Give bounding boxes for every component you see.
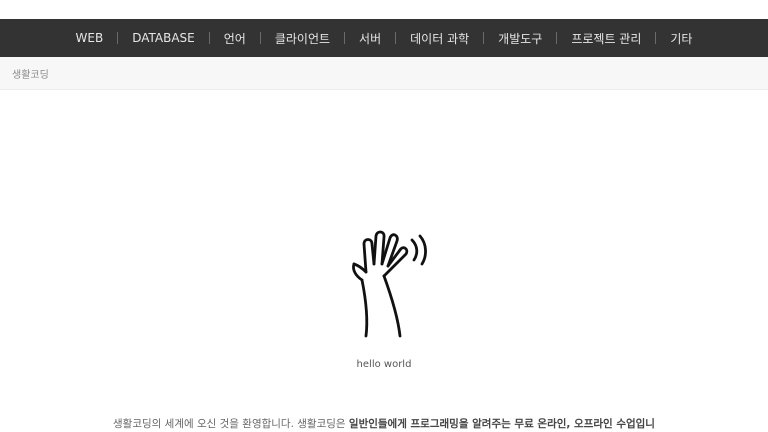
- nav-item-server[interactable]: 서버: [359, 30, 381, 47]
- nav-separator: [117, 32, 119, 44]
- nav-separator: [208, 32, 210, 44]
- nav-separator: [655, 32, 657, 44]
- hero-caption: hello world: [356, 359, 412, 370]
- breadcrumb-bar: 생활코딩: [0, 57, 768, 90]
- nav-item-database[interactable]: DATABASE: [132, 31, 195, 45]
- welcome-text-plain: 생활코딩의 세계에 오신 것을 환영합니다. 생활코딩은: [113, 418, 349, 430]
- nav-item-web[interactable]: WEB: [76, 31, 104, 45]
- nav-item-client[interactable]: 클라이언트: [275, 30, 330, 47]
- nav-separator: [259, 32, 261, 44]
- nav-item-dev-tools[interactable]: 개발도구: [498, 30, 542, 47]
- nav-item-etc[interactable]: 기타: [670, 30, 692, 47]
- nav-separator: [395, 32, 397, 44]
- welcome-text: 생활코딩의 세계에 오신 것을 환영합니다. 생활코딩은 일반인들에게 프로그래…: [0, 416, 768, 431]
- nav-item-project-management[interactable]: 프로젝트 관리: [571, 30, 641, 47]
- top-strip: [0, 0, 768, 19]
- nav-item-data-science[interactable]: 데이터 과학: [410, 30, 469, 47]
- nav-separator: [556, 32, 558, 44]
- waving-hand-icon: [352, 230, 427, 338]
- breadcrumb[interactable]: 생활코딩: [12, 66, 49, 81]
- nav-separator: [483, 32, 485, 44]
- nav-separator: [344, 32, 346, 44]
- top-navigation: WEB DATABASE 언어 클라이언트 서버 데이터 과학 개발도구 프로젝…: [0, 19, 768, 57]
- nav-item-language[interactable]: 언어: [224, 30, 246, 47]
- welcome-text-strong: 일반인들에게 프로그래밍을 알려주는 무료 온라인, 오프라인 수업입니: [348, 418, 655, 430]
